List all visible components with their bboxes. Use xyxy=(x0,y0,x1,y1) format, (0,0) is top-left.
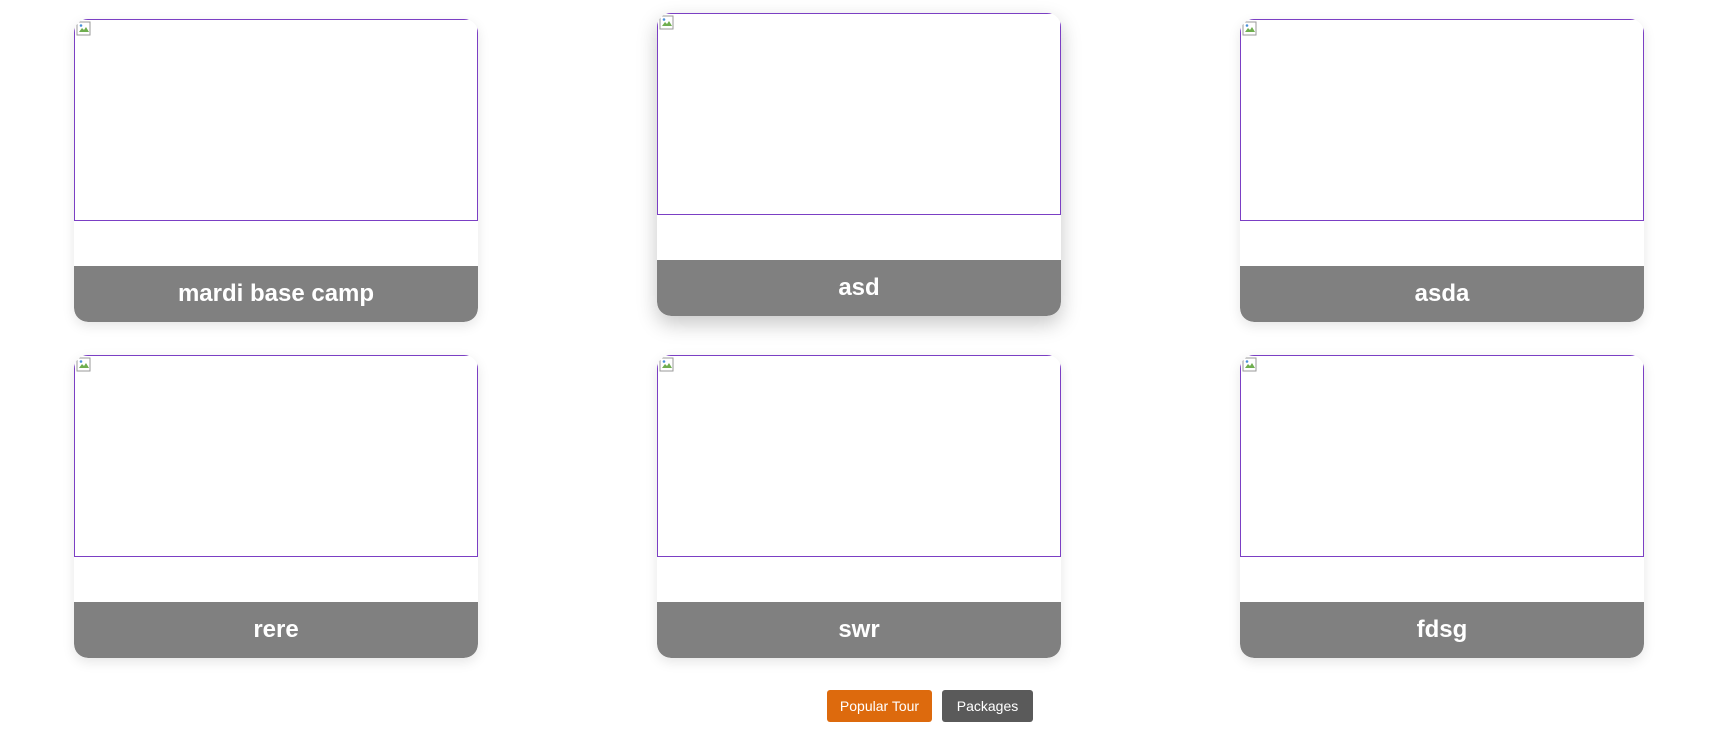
card-title: asd xyxy=(657,260,1061,316)
card-title: asda xyxy=(1240,266,1644,322)
card-image xyxy=(74,355,478,557)
card-image xyxy=(1240,355,1644,557)
broken-image-icon xyxy=(76,357,91,372)
tour-card[interactable]: rere xyxy=(74,355,478,658)
card-title: swr xyxy=(657,602,1061,658)
card-title: fdsg xyxy=(1240,602,1644,658)
broken-image-icon xyxy=(1242,21,1257,36)
popular-tour-button[interactable]: Popular Tour xyxy=(827,690,932,722)
tour-card[interactable]: mardi base camp xyxy=(74,19,478,322)
broken-image-icon xyxy=(76,21,91,36)
packages-button[interactable]: Packages xyxy=(942,690,1033,722)
card-image xyxy=(657,13,1061,215)
broken-image-icon xyxy=(659,357,674,372)
tour-card[interactable]: swr xyxy=(657,355,1061,658)
card-image xyxy=(74,19,478,221)
tour-card[interactable]: asda xyxy=(1240,19,1644,322)
tour-card[interactable]: fdsg xyxy=(1240,355,1644,658)
broken-image-icon xyxy=(1242,357,1257,372)
card-title: rere xyxy=(74,602,478,658)
card-image xyxy=(1240,19,1644,221)
card-title: mardi base camp xyxy=(74,266,478,322)
tour-card-grid: mardi base camp asd asda rere swr fdsg P… xyxy=(0,0,1724,734)
broken-image-icon xyxy=(659,15,674,30)
tour-card[interactable]: asd xyxy=(657,13,1061,316)
card-image xyxy=(657,355,1061,557)
